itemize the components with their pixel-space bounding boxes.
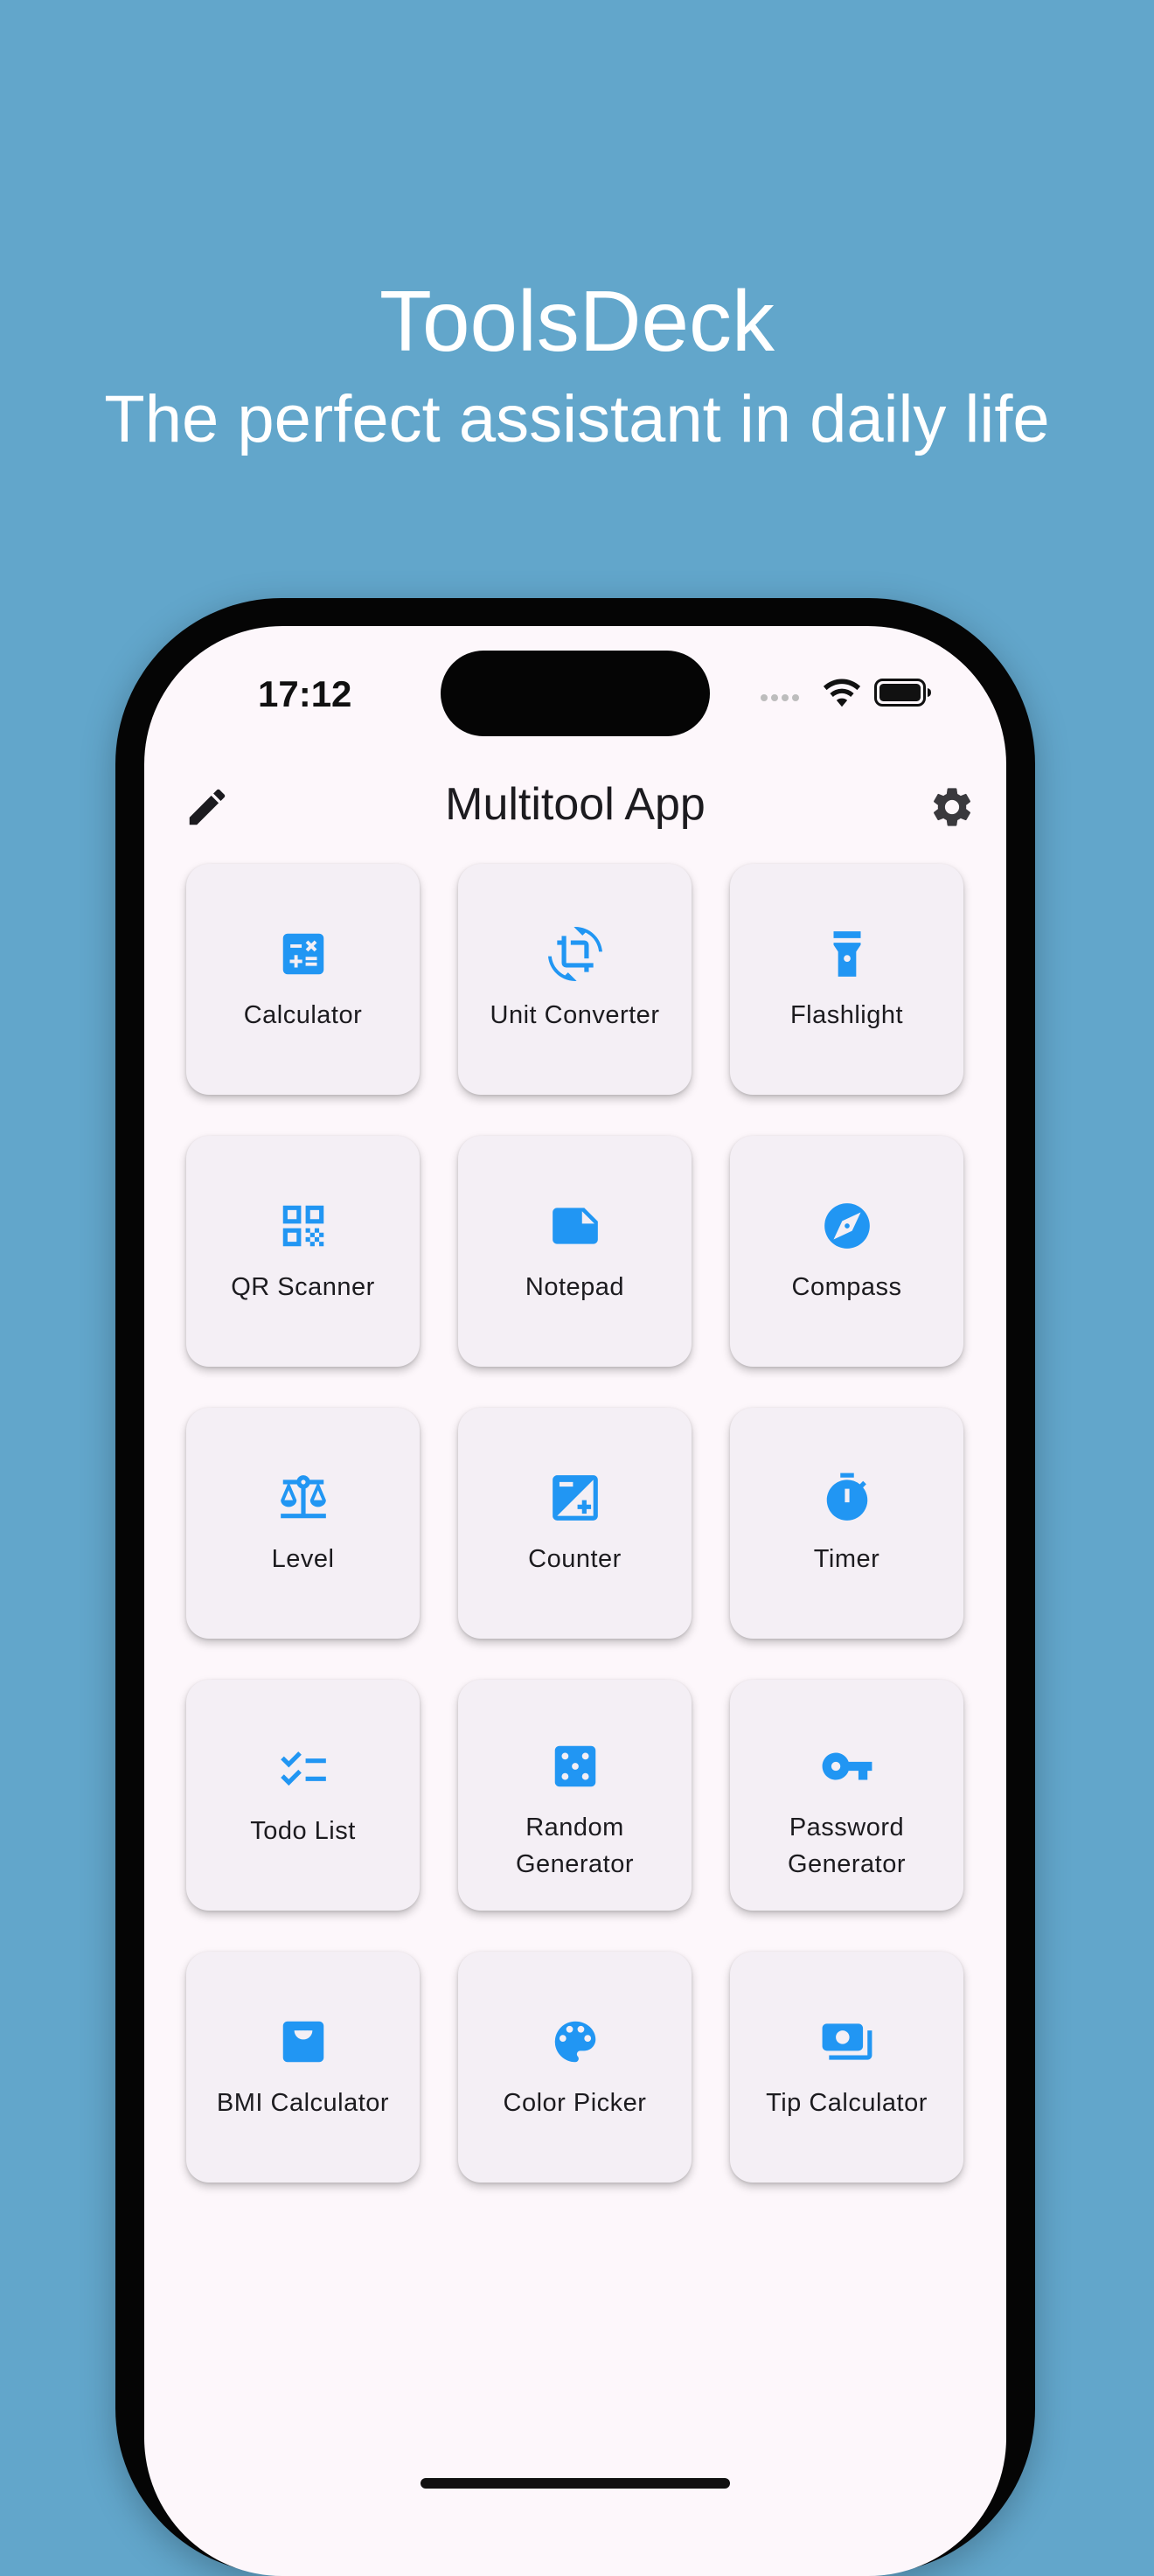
tool-tile-password-generator[interactable]: Password Generator xyxy=(730,1680,963,1911)
flashlight-icon xyxy=(833,931,861,977)
tool-tile-todo-list[interactable]: Todo List xyxy=(186,1680,420,1911)
promo-title: ToolsDeck xyxy=(379,273,775,369)
promo-subtitle: The perfect assistant in daily life xyxy=(104,382,1050,456)
stopwatch-icon xyxy=(826,1472,868,1521)
tool-tile-label: BMI Calculator xyxy=(216,2089,390,2117)
palette-icon xyxy=(554,2021,596,2063)
tool-tile-label: Todo List xyxy=(250,1817,356,1845)
tool-tile-label: Notepad xyxy=(525,1273,625,1301)
tool-tile-label: Tip Calculator xyxy=(766,2089,928,2117)
tool-tile-tip-calculator[interactable]: Tip Calculator xyxy=(730,1952,963,2183)
dice-icon xyxy=(554,1745,596,1787)
tool-tile-counter[interactable]: Counter xyxy=(458,1408,692,1639)
tool-tile-timer[interactable]: Timer xyxy=(730,1408,963,1639)
crop-rotate-icon xyxy=(548,927,602,981)
monitor-weight-icon xyxy=(282,2021,324,2063)
tool-tile-label: Counter xyxy=(528,1545,622,1573)
tool-tile-qr-scanner[interactable]: QR Scanner xyxy=(186,1136,420,1367)
tool-tile-label: Password Generator xyxy=(787,1814,907,1878)
dynamic-island xyxy=(441,651,710,736)
tool-tile-label: Flashlight xyxy=(789,1001,904,1029)
tool-tile-level[interactable]: Level xyxy=(186,1408,420,1639)
checklist-icon xyxy=(281,1751,326,1786)
note-icon xyxy=(553,1208,598,1244)
tool-tile-label: Timer xyxy=(813,1545,880,1573)
app-bar-title: Multitool App xyxy=(445,779,706,830)
tool-tile-label: Compass xyxy=(791,1273,902,1301)
tool-tile-unit-converter[interactable]: Unit Converter xyxy=(458,864,692,1095)
home-indicator[interactable] xyxy=(421,2478,730,2489)
tool-tile-label: Random Generator xyxy=(515,1814,635,1878)
tool-tile-compass[interactable]: Compass xyxy=(730,1136,963,1367)
gear-icon[interactable] xyxy=(928,783,976,831)
tool-tile-calculator[interactable]: Calculator xyxy=(186,864,420,1095)
tool-tile-label: Unit Converter xyxy=(490,1001,660,1029)
tool-tile-bmi-calculator[interactable]: BMI Calculator xyxy=(186,1952,420,2183)
tool-tile-label: Level xyxy=(271,1545,335,1573)
tool-tile-notepad[interactable]: Notepad xyxy=(458,1136,692,1367)
qr-code-icon xyxy=(282,1205,324,1247)
exposure-icon xyxy=(553,1475,598,1521)
phone-screen: 17:12 Multitool App Calculator Unit Conve… xyxy=(144,626,1006,2576)
tool-tile-label: Color Picker xyxy=(503,2089,647,2117)
tool-tile-random-generator[interactable]: Random Generator xyxy=(458,1680,692,1911)
battery-icon xyxy=(874,679,931,707)
compass-icon xyxy=(824,1203,870,1249)
tool-tile-label: QR Scanner xyxy=(231,1273,375,1301)
balance-scale-icon xyxy=(281,1475,326,1519)
status-time: 17:12 xyxy=(258,673,352,714)
tool-tile-label: Calculator xyxy=(243,1001,363,1029)
wifi-icon xyxy=(823,679,861,707)
tool-tile-flashlight[interactable]: Flashlight xyxy=(730,864,963,1095)
payments-icon xyxy=(822,2023,872,2060)
calculator-icon xyxy=(282,933,324,975)
key-icon xyxy=(822,1752,872,1780)
tool-tile-color-picker[interactable]: Color Picker xyxy=(458,1952,692,2183)
